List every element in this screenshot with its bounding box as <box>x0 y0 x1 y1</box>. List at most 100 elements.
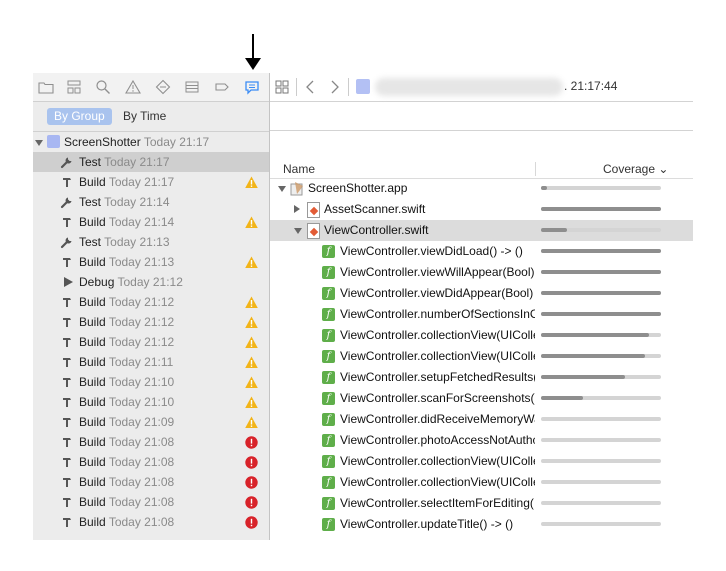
warning-icon[interactable] <box>125 79 141 95</box>
warning-icon <box>245 256 258 268</box>
action-row[interactable]: Build Today 21:12 <box>33 332 270 352</box>
action-row[interactable]: Test Today 21:17 <box>33 152 270 172</box>
coverage-row[interactable]: f ViewController.scanForScreenshots() <box>270 388 693 409</box>
coverage-row[interactable]: ScreenShotter.app <box>270 178 693 199</box>
project-time: Today 21:17 <box>143 135 210 149</box>
app-icon <box>290 182 303 196</box>
coverage-bar <box>541 186 661 190</box>
redacted-path <box>375 78 563 96</box>
project-row[interactable]: ScreenShotter Today 21:17 <box>33 132 270 152</box>
coverage-item-name: ViewController.collectionView(UIColle <box>340 475 535 489</box>
coverage-row[interactable]: f ViewController.numberOfSectionsInC <box>270 304 693 325</box>
name-column-header[interactable]: Name <box>283 162 315 176</box>
action-time: Today 21:14 <box>104 195 170 209</box>
action-row[interactable]: Build Today 21:12 <box>33 312 270 332</box>
label-icon[interactable] <box>214 79 230 95</box>
action-time: Today 21:08 <box>108 475 175 489</box>
action-row[interactable]: Build Today 21:17 <box>33 172 270 192</box>
annotation-arrow-shaft <box>252 34 254 60</box>
function-icon: f <box>322 371 335 384</box>
action-row[interactable]: Build Today 21:09 <box>33 412 270 432</box>
coverage-row[interactable]: AssetScanner.swift <box>270 199 693 220</box>
grid-icon[interactable] <box>275 80 289 94</box>
coverage-row[interactable]: f ViewController.collectionView(UIColle <box>270 472 693 493</box>
action-label: Build <box>79 435 106 449</box>
by-group-button[interactable]: By Group <box>47 108 112 125</box>
action-time: Today 21:12 <box>108 295 175 309</box>
coverage-row[interactable]: f ViewController.didReceiveMemoryWa <box>270 409 693 430</box>
coverage-bar <box>541 291 661 295</box>
hierarchy-icon[interactable] <box>66 79 82 95</box>
action-row[interactable]: Test Today 21:13 <box>33 232 270 252</box>
action-row[interactable]: Build Today 21:08 <box>33 512 270 532</box>
action-row[interactable]: Build Today 21:10 <box>33 372 270 392</box>
disclosure-triangle-icon[interactable] <box>35 140 43 146</box>
annotation-arrow-icon <box>245 58 261 70</box>
action-row[interactable]: Build Today 21:14 <box>33 212 270 232</box>
folder-icon[interactable] <box>38 79 54 95</box>
coverage-row[interactable]: f ViewController.collectionView(UIColle <box>270 451 693 472</box>
action-row[interactable]: Build Today 21:12 <box>33 292 270 312</box>
coverage-column-header[interactable]: Coverage ⌄ <box>603 162 668 176</box>
coverage-item-name: ViewController.photoAccessNotAuthc <box>340 433 535 447</box>
coverage-row[interactable]: f ViewController.collectionView(UIColle <box>270 346 693 367</box>
coverage-row[interactable]: f ViewController.collectionView(UIColle <box>270 325 693 346</box>
disclosure-triangle-icon[interactable] <box>294 228 302 234</box>
action-row[interactable]: Debug Today 21:12 <box>33 272 270 292</box>
coverage-bar-fill <box>541 228 567 232</box>
disclosure-triangle-icon[interactable] <box>294 205 300 213</box>
coverage-row[interactable]: f ViewController.viewDidAppear(Bool) - <box>270 283 693 304</box>
coverage-row[interactable]: f ViewController.viewWillAppear(Bool) <box>270 262 693 283</box>
hammer-icon <box>63 218 71 227</box>
coverage-item-name: AssetScanner.swift <box>324 202 426 216</box>
wrench-icon <box>60 237 72 249</box>
action-label: Test <box>79 235 102 249</box>
wrench-icon <box>60 157 72 169</box>
warning-icon <box>245 336 258 348</box>
action-label: Build <box>79 375 106 389</box>
disclosure-triangle-icon[interactable] <box>278 186 286 192</box>
action-time: Today 21:09 <box>108 415 175 429</box>
search-icon[interactable] <box>95 79 111 95</box>
diamond-icon[interactable] <box>155 79 171 95</box>
action-row[interactable]: Build Today 21:13 <box>33 252 270 272</box>
coverage-bar <box>541 480 661 484</box>
coverage-bar-fill <box>541 207 661 211</box>
report-icon[interactable] <box>244 79 260 95</box>
coverage-row[interactable]: f ViewController.viewDidLoad() -> () <box>270 241 693 262</box>
list-icon[interactable] <box>184 79 200 95</box>
coverage-item-name: ViewController.swift <box>324 223 429 237</box>
report-navigator: By Group By Time ScreenShotter Today 21:… <box>33 73 270 540</box>
action-label: Build <box>79 515 106 529</box>
coverage-bar-fill <box>541 375 625 379</box>
action-time: Today 21:12 <box>108 335 175 349</box>
action-row[interactable]: Build Today 21:08 <box>33 432 270 452</box>
function-icon: f <box>322 476 335 489</box>
coverage-item-name: ViewController.setupFetchedResults( <box>340 370 535 384</box>
coverage-row[interactable]: ViewController.swift <box>270 220 693 241</box>
navigator-toolbar <box>33 73 270 102</box>
forward-chevron-icon[interactable] <box>330 80 340 94</box>
action-row[interactable]: Test Today 21:14 <box>33 192 270 212</box>
action-row[interactable]: Build Today 21:08 <box>33 452 270 472</box>
coverage-row[interactable]: f ViewController.updateTitle() -> () <box>270 514 693 535</box>
hammer-icon <box>63 358 71 367</box>
coverage-bar <box>541 249 661 253</box>
action-time: Today 21:17 <box>108 175 175 189</box>
coverage-row[interactable]: f ViewController.setupFetchedResults( <box>270 367 693 388</box>
action-time: Today 21:08 <box>108 495 175 509</box>
action-row[interactable]: Build Today 21:10 <box>33 392 270 412</box>
by-time-button[interactable]: By Time <box>116 108 173 125</box>
jump-separator <box>348 78 349 96</box>
column-separator <box>535 162 536 176</box>
function-icon: f <box>322 434 335 447</box>
action-row[interactable]: Build Today 21:08 <box>33 472 270 492</box>
hammer-icon <box>63 498 71 507</box>
coverage-row[interactable]: f ViewController.photoAccessNotAuthc <box>270 430 693 451</box>
coverage-bar <box>541 459 661 463</box>
action-row[interactable]: Build Today 21:08 <box>33 492 270 512</box>
back-chevron-icon[interactable] <box>305 80 315 94</box>
action-time: Today 21:17 <box>104 155 170 169</box>
coverage-row[interactable]: f ViewController.selectItemForEditing(I <box>270 493 693 514</box>
action-row[interactable]: Build Today 21:11 <box>33 352 270 372</box>
